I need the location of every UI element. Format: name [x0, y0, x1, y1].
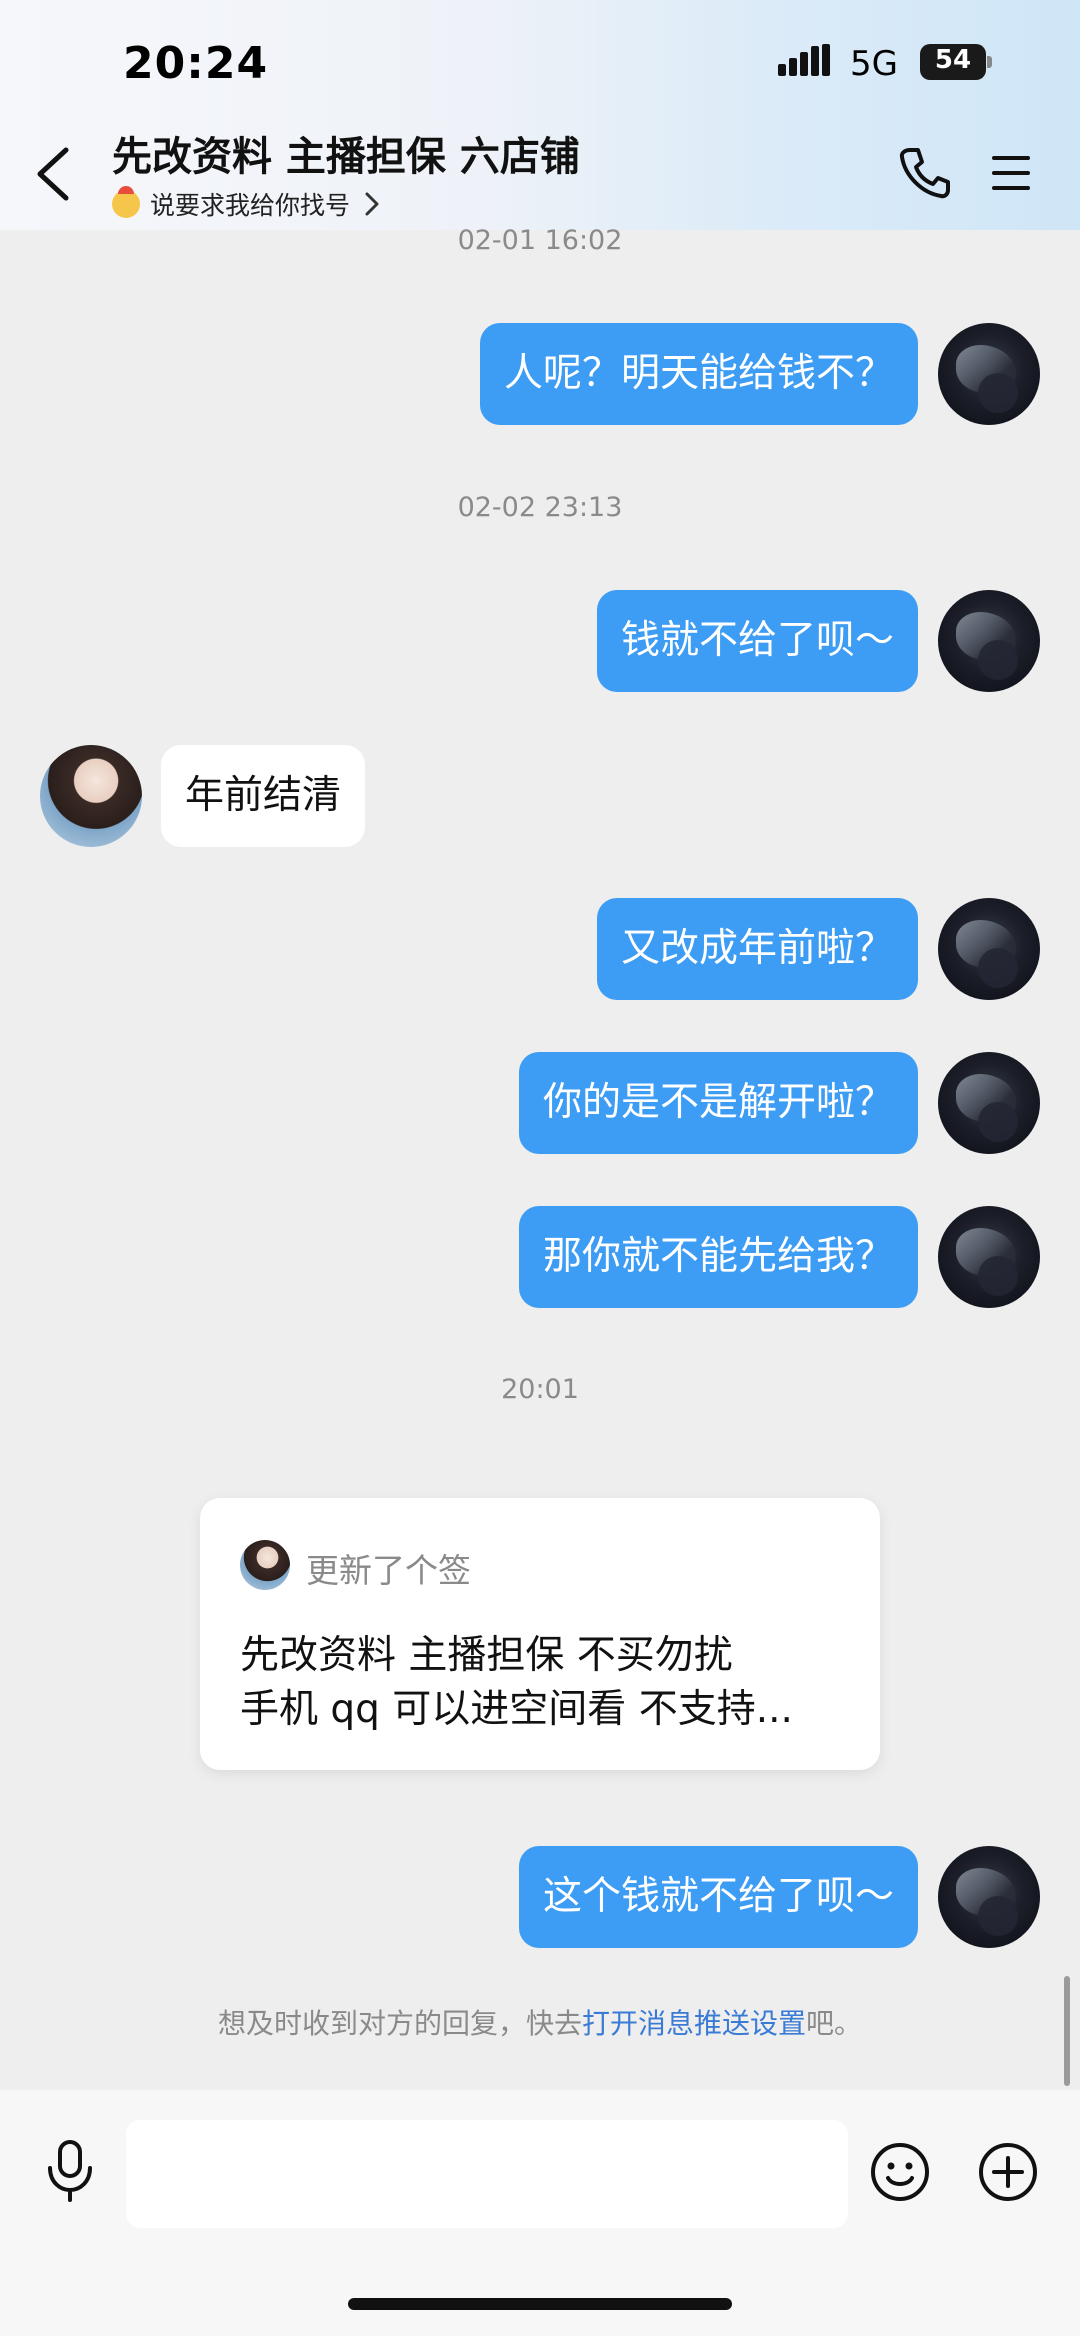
scrollbar[interactable] [1064, 1976, 1070, 2086]
message-bubble-sent[interactable]: 你的是不是解开啦？ [518, 1052, 918, 1154]
my-avatar[interactable] [938, 898, 1040, 1000]
timestamp: 02-02 23:13 [457, 492, 623, 523]
chat-title[interactable]: 先改资料 主播担保 六店铺 [112, 124, 580, 182]
notify-suffix: 吧。 [806, 2007, 863, 2040]
message-bubble-sent[interactable]: 这个钱就不给了呗～ [518, 1846, 918, 1948]
my-avatar[interactable] [938, 1846, 1040, 1948]
emoji-icon [112, 186, 140, 218]
push-notification-tip: 想及时收到对方的回复，快去打开消息推送设置吧。 [0, 2002, 1080, 2042]
message-bubble-received[interactable]: 年前结清 [161, 745, 366, 847]
chat-screen: 20:24 5G 54 先改资料 主播担保 六店铺 说要求我给你找号 02-01… [0, 0, 1080, 2336]
chat-subtitle[interactable]: 说要求我给你找号 [112, 186, 380, 222]
subtitle-text: 说要求我给你找号 [150, 191, 351, 220]
battery-icon: 54 [920, 44, 992, 82]
emoji-icon[interactable] [868, 2140, 932, 2204]
home-indicator [348, 2298, 732, 2310]
signature-card-header: 更新了个签 [306, 1551, 471, 1590]
my-avatar[interactable] [938, 590, 1040, 692]
message-bubble-sent[interactable]: 人呢？明天能给钱不？ [479, 323, 918, 425]
chevron-right-icon [365, 192, 379, 216]
my-avatar[interactable] [938, 1052, 1040, 1154]
menu-icon[interactable] [988, 150, 1034, 196]
back-arrow-icon[interactable] [30, 146, 76, 202]
plus-icon[interactable] [976, 2140, 1040, 2204]
notify-prefix: 想及时收到对方的回复，快去 [217, 2007, 582, 2040]
timestamp: 20:01 [501, 1374, 579, 1405]
message-input[interactable] [126, 2120, 848, 2228]
message-bubble-sent[interactable]: 那你就不能先给我？ [518, 1206, 918, 1308]
my-avatar[interactable] [938, 323, 1040, 425]
contact-avatar[interactable] [40, 745, 142, 847]
network-label: 5G [850, 44, 898, 84]
chat-header: 20:24 5G 54 先改资料 主播担保 六店铺 说要求我给你找号 [0, 0, 1080, 230]
notify-settings-link[interactable]: 打开消息推送设置 [582, 2007, 806, 2040]
microphone-icon[interactable] [42, 2138, 98, 2202]
my-avatar[interactable] [938, 1206, 1040, 1308]
signature-update-card[interactable]: 更新了个签 先改资料 主播担保 不买勿扰 手机 qq 可以进空间看 不支持... [200, 1498, 880, 1770]
phone-call-icon[interactable] [896, 144, 952, 200]
message-bubble-sent[interactable]: 又改成年前啦？ [596, 898, 918, 1000]
battery-percent: 54 [934, 45, 972, 75]
signal-icon [778, 44, 830, 76]
signature-text-line2: 手机 qq 可以进空间看 不支持... [240, 1687, 793, 1732]
timestamp: 02-01 16:02 [457, 225, 623, 256]
message-bubble-sent[interactable]: 钱就不给了呗～ [596, 590, 918, 692]
contact-mini-avatar [240, 1540, 290, 1590]
status-time: 20:24 [123, 38, 269, 89]
signature-text-line1: 先改资料 主播担保 不买勿扰 [240, 1633, 733, 1678]
